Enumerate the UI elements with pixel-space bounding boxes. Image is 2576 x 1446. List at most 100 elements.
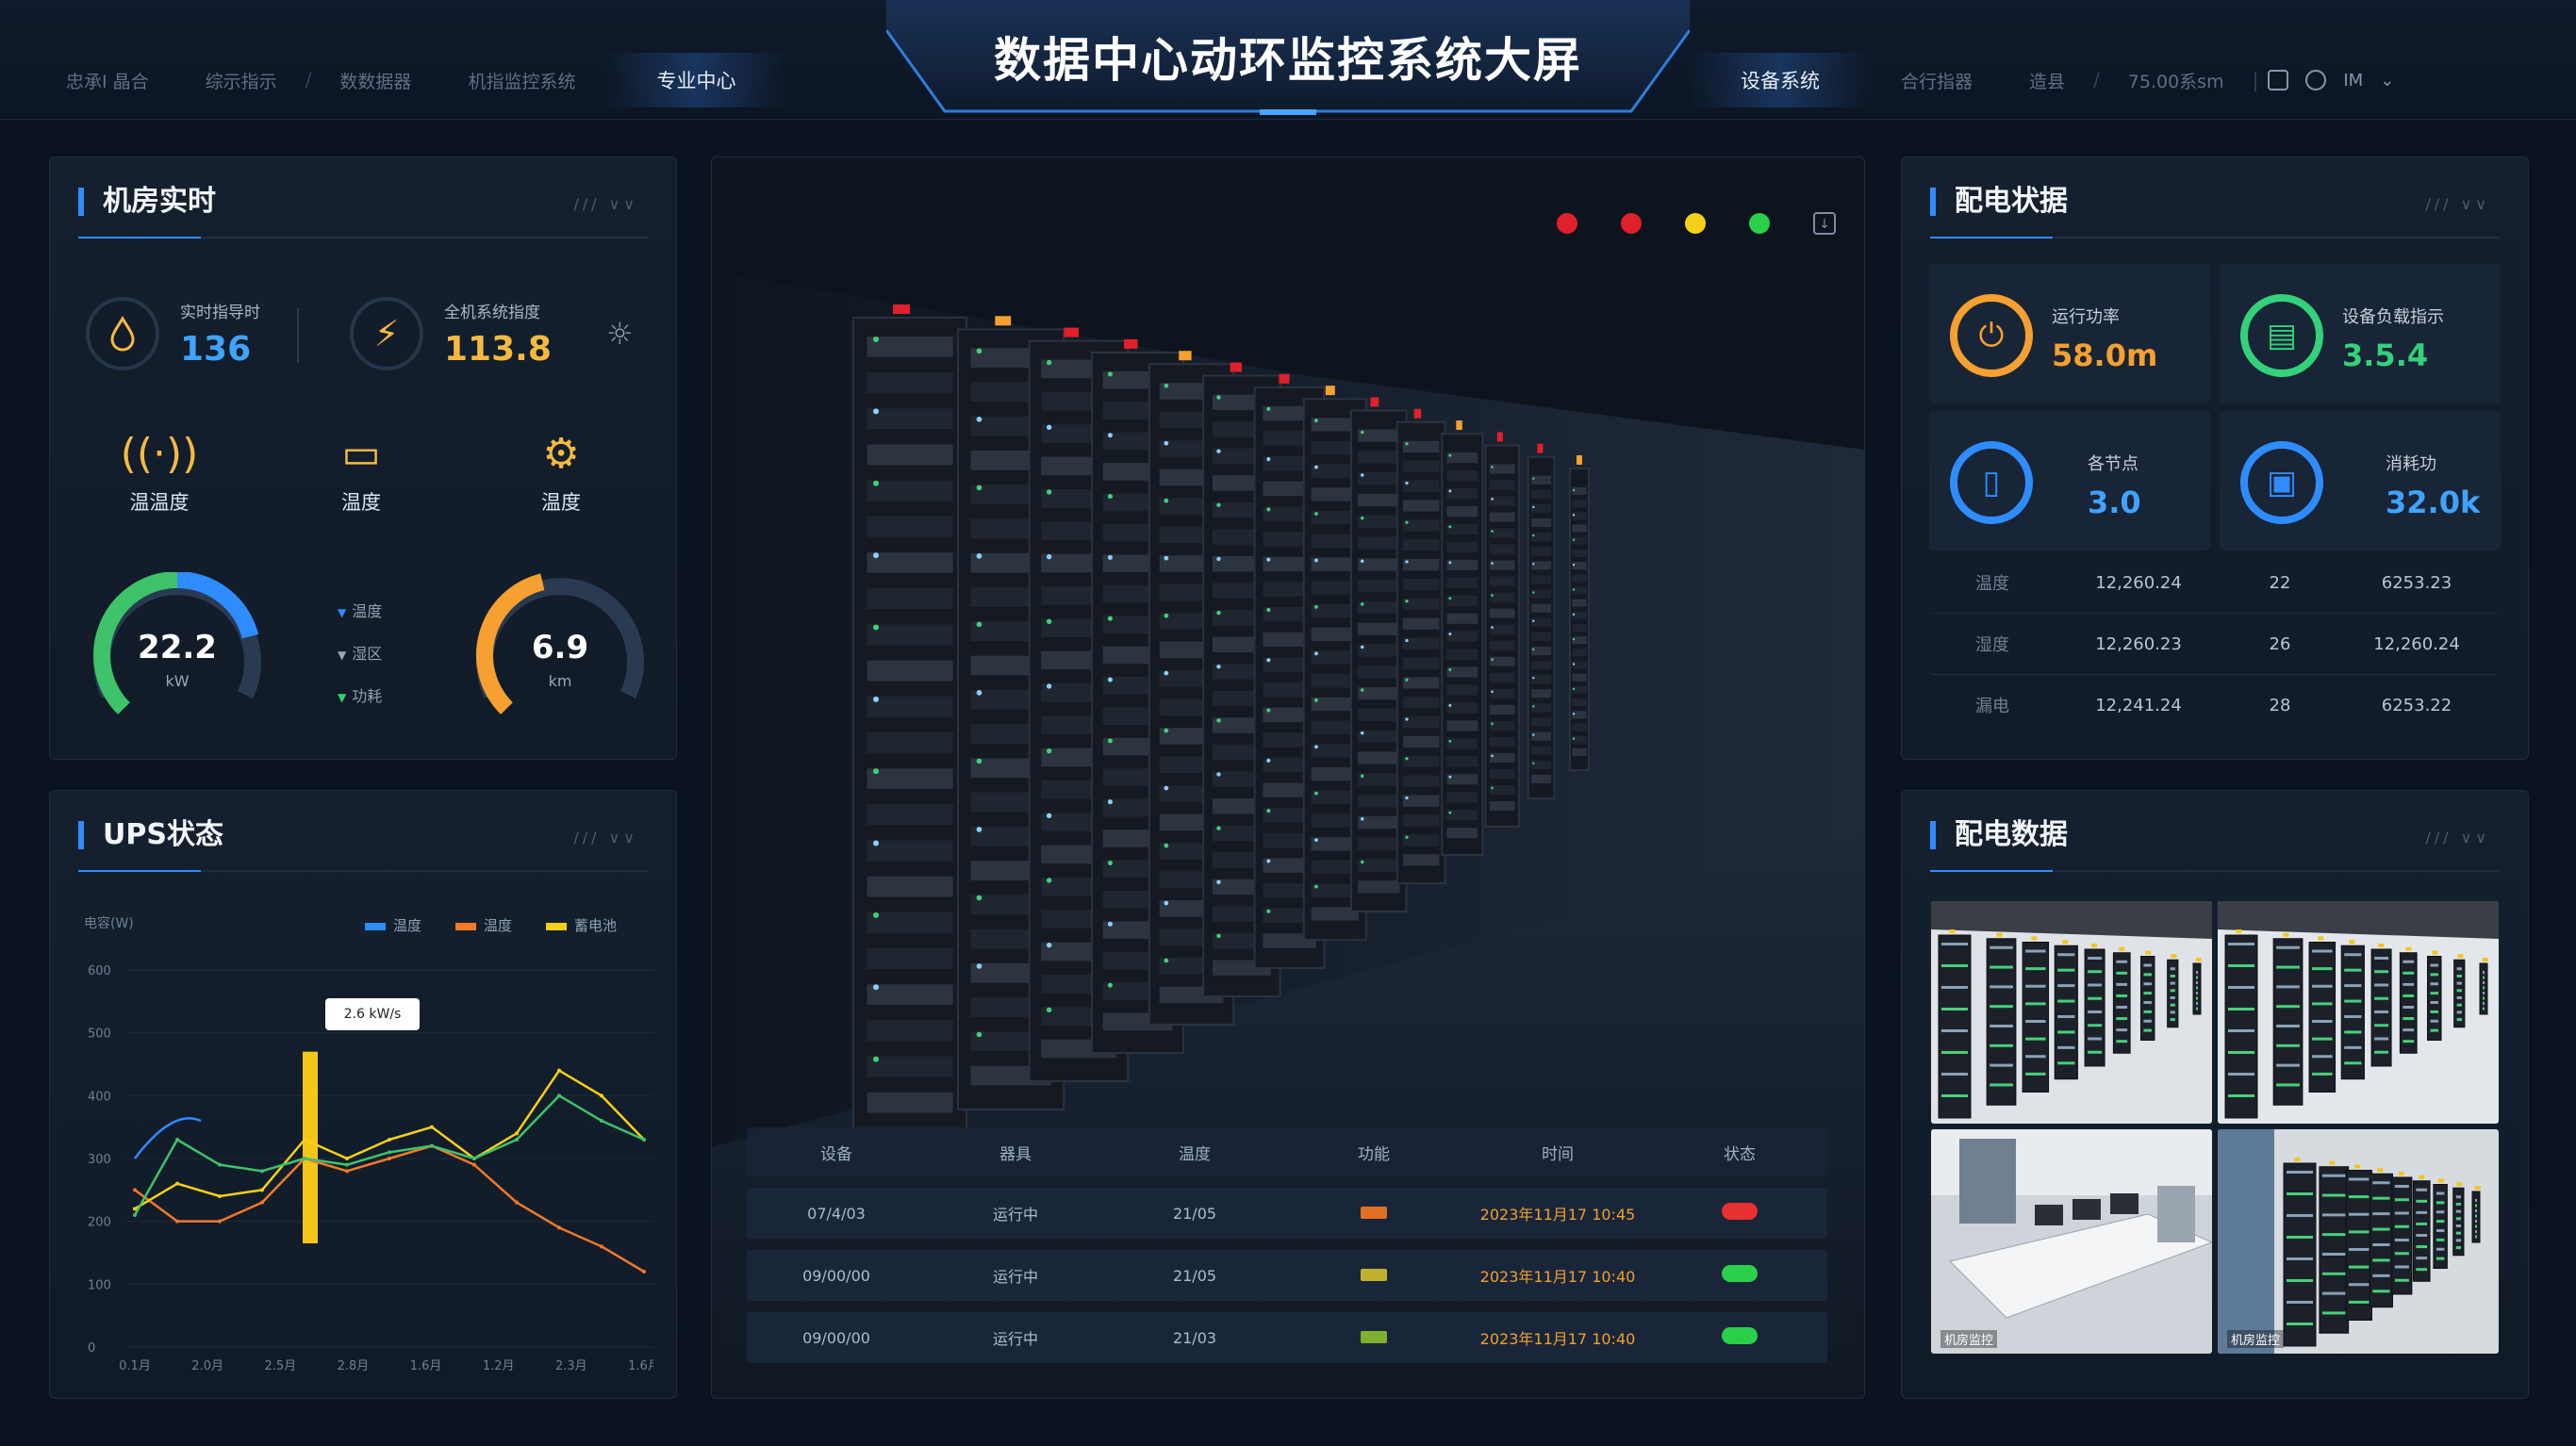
column-header[interactable]: 时间 bbox=[1463, 1141, 1652, 1164]
table-row[interactable]: 07/4/03 运行中 21/05 2023年11月17 10:45 bbox=[747, 1188, 1827, 1239]
rack-unit bbox=[1402, 559, 1440, 571]
data-point[interactable] bbox=[388, 1150, 391, 1155]
data-point[interactable] bbox=[133, 1213, 137, 1217]
camera-feed-4[interactable]: 机房监控 bbox=[2218, 1129, 2499, 1354]
data-point[interactable] bbox=[472, 1162, 476, 1167]
server-rack bbox=[852, 317, 967, 1139]
data-point[interactable] bbox=[557, 1068, 561, 1073]
rack-led bbox=[1046, 942, 1052, 948]
data-point[interactable] bbox=[515, 1200, 519, 1205]
data-point[interactable] bbox=[303, 1138, 306, 1142]
server-rack bbox=[1938, 934, 1972, 1119]
nav-item-r3[interactable]: 造县 bbox=[2001, 68, 2093, 93]
rack-unit bbox=[1402, 795, 1440, 807]
data-point[interactable] bbox=[260, 1200, 264, 1205]
data-point[interactable] bbox=[218, 1219, 222, 1224]
rack-unit bbox=[1446, 702, 1478, 714]
nav-item-device[interactable]: 设备系统 bbox=[1688, 53, 1873, 107]
stat-tile[interactable]: ▣ 消耗功 32.0k bbox=[2220, 411, 2501, 550]
stat-tile[interactable]: ⏻ 运行功率 58.0m bbox=[1929, 264, 2210, 403]
nav-item-active[interactable]: 专业中心 bbox=[603, 53, 789, 107]
data-point[interactable] bbox=[175, 1181, 179, 1186]
table-row[interactable]: 温度 12,260.24 22 6253.23 bbox=[1931, 552, 2497, 614]
data-point[interactable] bbox=[175, 1219, 179, 1224]
camera-feed-3[interactable]: 机房监控 bbox=[1931, 1129, 2212, 1354]
tile-value: 3.0 bbox=[2088, 485, 2141, 520]
nav-item-4[interactable]: 机指监控系统 bbox=[439, 68, 603, 93]
rack-led bbox=[1266, 859, 1271, 863]
table-row[interactable]: 漏电 12,241.24 28 6253.22 bbox=[1931, 675, 2497, 735]
stat-tile[interactable]: ▤ 设备负载指示 3.5.4 bbox=[2220, 264, 2501, 403]
user-label[interactable]: IM bbox=[2343, 71, 2363, 90]
data-point[interactable] bbox=[133, 1188, 137, 1192]
data-point[interactable] bbox=[515, 1131, 519, 1136]
data-point[interactable] bbox=[345, 1169, 349, 1174]
column-header[interactable]: 设备 bbox=[747, 1141, 926, 1164]
rack-led bbox=[976, 895, 983, 901]
rack-unit bbox=[2416, 1222, 2428, 1225]
table-row[interactable]: 09/00/00 运行中 21/03 2023年11月17 10:40 bbox=[747, 1312, 1827, 1363]
data-point[interactable] bbox=[642, 1270, 646, 1273]
status-pill[interactable] bbox=[1722, 1203, 1758, 1220]
nav-item-1[interactable]: 忠承I 晶合 bbox=[38, 68, 177, 93]
rack-unit bbox=[2116, 1040, 2128, 1043]
rack-led bbox=[1314, 419, 1318, 423]
highlight-bar[interactable] bbox=[303, 1051, 318, 1243]
home-icon[interactable] bbox=[2268, 70, 2289, 90]
rack-unit bbox=[1489, 624, 1515, 634]
data-point[interactable] bbox=[218, 1162, 222, 1167]
rack-unit bbox=[1572, 649, 1587, 657]
legend-item: ▼ 功耗 bbox=[338, 687, 383, 705]
column-header[interactable]: 状态 bbox=[1652, 1141, 1827, 1164]
status-pill[interactable] bbox=[1722, 1265, 1758, 1282]
chevron-down-icon[interactable]: ⌄ bbox=[2380, 71, 2394, 90]
data-point[interactable] bbox=[642, 1138, 646, 1142]
column-header[interactable]: 功能 bbox=[1284, 1141, 1463, 1164]
data-point[interactable] bbox=[175, 1138, 179, 1142]
export-icon[interactable]: ↓ bbox=[1813, 212, 1836, 235]
data-point[interactable] bbox=[345, 1162, 349, 1167]
rack-led bbox=[1107, 677, 1113, 682]
server-rack bbox=[2433, 1184, 2448, 1269]
data-point[interactable] bbox=[472, 1157, 476, 1160]
nav-item-3[interactable]: 数数据器 bbox=[311, 68, 439, 93]
rack-led bbox=[1360, 473, 1364, 477]
camera-icon[interactable] bbox=[2305, 70, 2327, 90]
rack-led bbox=[1046, 359, 1052, 366]
data-point[interactable] bbox=[260, 1188, 264, 1192]
data-point[interactable] bbox=[218, 1194, 222, 1198]
data-point[interactable] bbox=[600, 1119, 603, 1123]
data-point[interactable] bbox=[303, 1157, 306, 1160]
nav-item-2[interactable]: 综示指示 bbox=[177, 68, 305, 93]
table-row[interactable]: 09/00/00 运行中 21/05 2023年11月17 10:40 bbox=[747, 1250, 1827, 1301]
data-point[interactable] bbox=[260, 1169, 264, 1174]
data-point[interactable] bbox=[430, 1125, 434, 1129]
data-point[interactable] bbox=[600, 1093, 603, 1098]
rack-led bbox=[1405, 600, 1409, 603]
data-point[interactable] bbox=[133, 1207, 137, 1211]
table-row[interactable]: 湿度 12,260.23 26 12,260.24 bbox=[1931, 614, 2497, 675]
rack-unit bbox=[2344, 984, 2362, 988]
column-header[interactable]: 温度 bbox=[1105, 1141, 1284, 1164]
data-point[interactable] bbox=[388, 1157, 391, 1160]
data-point[interactable] bbox=[515, 1138, 519, 1142]
rack-unit bbox=[2276, 1043, 2300, 1047]
data-point[interactable] bbox=[388, 1138, 391, 1142]
camera-feed-2[interactable] bbox=[2218, 901, 2499, 1124]
stat-tile[interactable]: ▯ 各节点 3.0 bbox=[1929, 411, 2210, 550]
data-point[interactable] bbox=[557, 1225, 561, 1230]
rack-unit bbox=[867, 912, 953, 933]
data-point[interactable] bbox=[345, 1157, 349, 1160]
column-header[interactable]: 器具 bbox=[926, 1141, 1105, 1164]
rack-led bbox=[1572, 563, 1576, 567]
status-pill[interactable] bbox=[1722, 1327, 1758, 1344]
rack-unit bbox=[2430, 1019, 2438, 1023]
rack-unit bbox=[2430, 963, 2438, 967]
rack-led bbox=[1266, 507, 1271, 512]
data-point[interactable] bbox=[600, 1244, 603, 1249]
data-point[interactable] bbox=[430, 1143, 434, 1148]
rack-unit bbox=[2456, 981, 2462, 985]
data-point[interactable] bbox=[557, 1093, 561, 1098]
nav-item-r2[interactable]: 合行指器 bbox=[1873, 68, 2001, 93]
camera-feed-1[interactable] bbox=[1931, 901, 2212, 1124]
